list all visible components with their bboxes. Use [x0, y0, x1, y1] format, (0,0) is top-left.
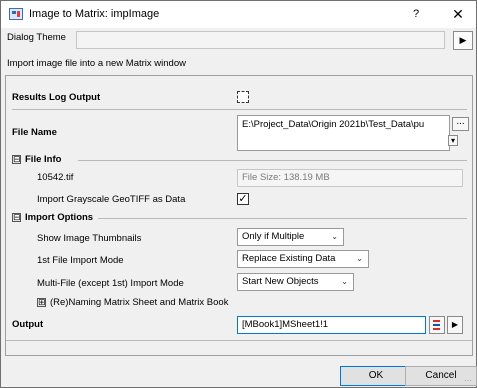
- chevron-down-icon: ⌄: [341, 277, 348, 286]
- output-label: Output: [12, 319, 44, 330]
- first-file-mode-value: Replace Existing Data: [242, 253, 336, 264]
- output-input[interactable]: [MBook1]MSheet1!1: [237, 316, 426, 334]
- file-name-info: 10542.tif: [37, 172, 74, 183]
- multi-file-mode-select[interactable]: Start New Objects ⌄: [237, 273, 354, 291]
- thumbnails-label: Show Image Thumbnails: [37, 233, 142, 244]
- renaming-expand-icon[interactable]: ⊞: [37, 298, 46, 307]
- range-select-icon: [433, 320, 440, 330]
- grayscale-geotiff-checkbox[interactable]: ✓: [237, 193, 249, 205]
- divider: [98, 218, 467, 219]
- dialog-theme-input[interactable]: [76, 31, 445, 49]
- checkmark-icon: ✓: [238, 193, 248, 205]
- resize-grip-icon[interactable]: ⋯: [464, 376, 472, 385]
- thumbnails-select[interactable]: Only if Multiple ⌄: [237, 228, 344, 246]
- first-file-mode-select[interactable]: Replace Existing Data ⌄: [237, 250, 369, 268]
- divider: [6, 340, 472, 341]
- title-bar: Image to Matrix: impImage ? ✕: [1, 1, 476, 28]
- file-name-dropdown-button[interactable]: ▾: [448, 135, 458, 146]
- multi-file-mode-label: Multi-File (except 1st) Import Mode: [37, 278, 184, 289]
- ok-button[interactable]: OK: [340, 366, 412, 386]
- output-menu-button[interactable]: ▶: [447, 316, 463, 334]
- renaming-label: (Re)Naming Matrix Sheet and Matrix Book: [50, 297, 229, 308]
- file-info-label: File Info: [25, 154, 62, 165]
- divider: [12, 109, 467, 110]
- dialog-theme-label: Dialog Theme: [7, 32, 66, 43]
- window-title: Image to Matrix: impImage: [29, 8, 160, 20]
- multi-file-mode-value: Start New Objects: [242, 276, 319, 287]
- image-to-matrix-dialog: Image to Matrix: impImage ? ✕ Dialog The…: [0, 0, 477, 388]
- settings-panel: Results Log Output File Name E:\Project_…: [5, 75, 473, 356]
- file-name-field[interactable]: E:\Project_Data\Origin 2021b\Test_Data\p…: [237, 115, 450, 151]
- chevron-down-icon: ⌄: [331, 232, 338, 241]
- dialog-theme-menu-button[interactable]: ▶: [453, 31, 473, 50]
- results-log-label: Results Log Output: [12, 92, 101, 103]
- dialog-description: Import image file into a new Matrix wind…: [7, 58, 186, 69]
- results-log-checkbox[interactable]: [237, 91, 249, 103]
- chevron-down-icon: ▾: [450, 136, 455, 145]
- arrow-right-icon: ▶: [459, 35, 467, 45]
- chevron-down-icon: ⌄: [356, 254, 363, 263]
- divider: [78, 160, 467, 161]
- import-options-collapse-icon[interactable]: ⊟: [12, 213, 21, 222]
- help-button[interactable]: ?: [401, 4, 431, 24]
- browse-button[interactable]: ...: [452, 117, 469, 131]
- image-matrix-icon: [9, 8, 23, 20]
- close-button[interactable]: ✕: [443, 4, 473, 24]
- arrow-right-icon: ▶: [451, 320, 459, 329]
- output-range-select-button[interactable]: [429, 316, 445, 334]
- file-name-label: File Name: [12, 127, 57, 138]
- file-info-collapse-icon[interactable]: ⊟: [12, 155, 21, 164]
- first-file-mode-label: 1st File Import Mode: [37, 255, 124, 266]
- grayscale-geotiff-label: Import Grayscale GeoTIFF as Data: [37, 194, 186, 205]
- import-options-label: Import Options: [25, 212, 94, 223]
- file-size-field: File Size: 138.19 MB: [237, 169, 463, 187]
- thumbnails-value: Only if Multiple: [242, 231, 305, 242]
